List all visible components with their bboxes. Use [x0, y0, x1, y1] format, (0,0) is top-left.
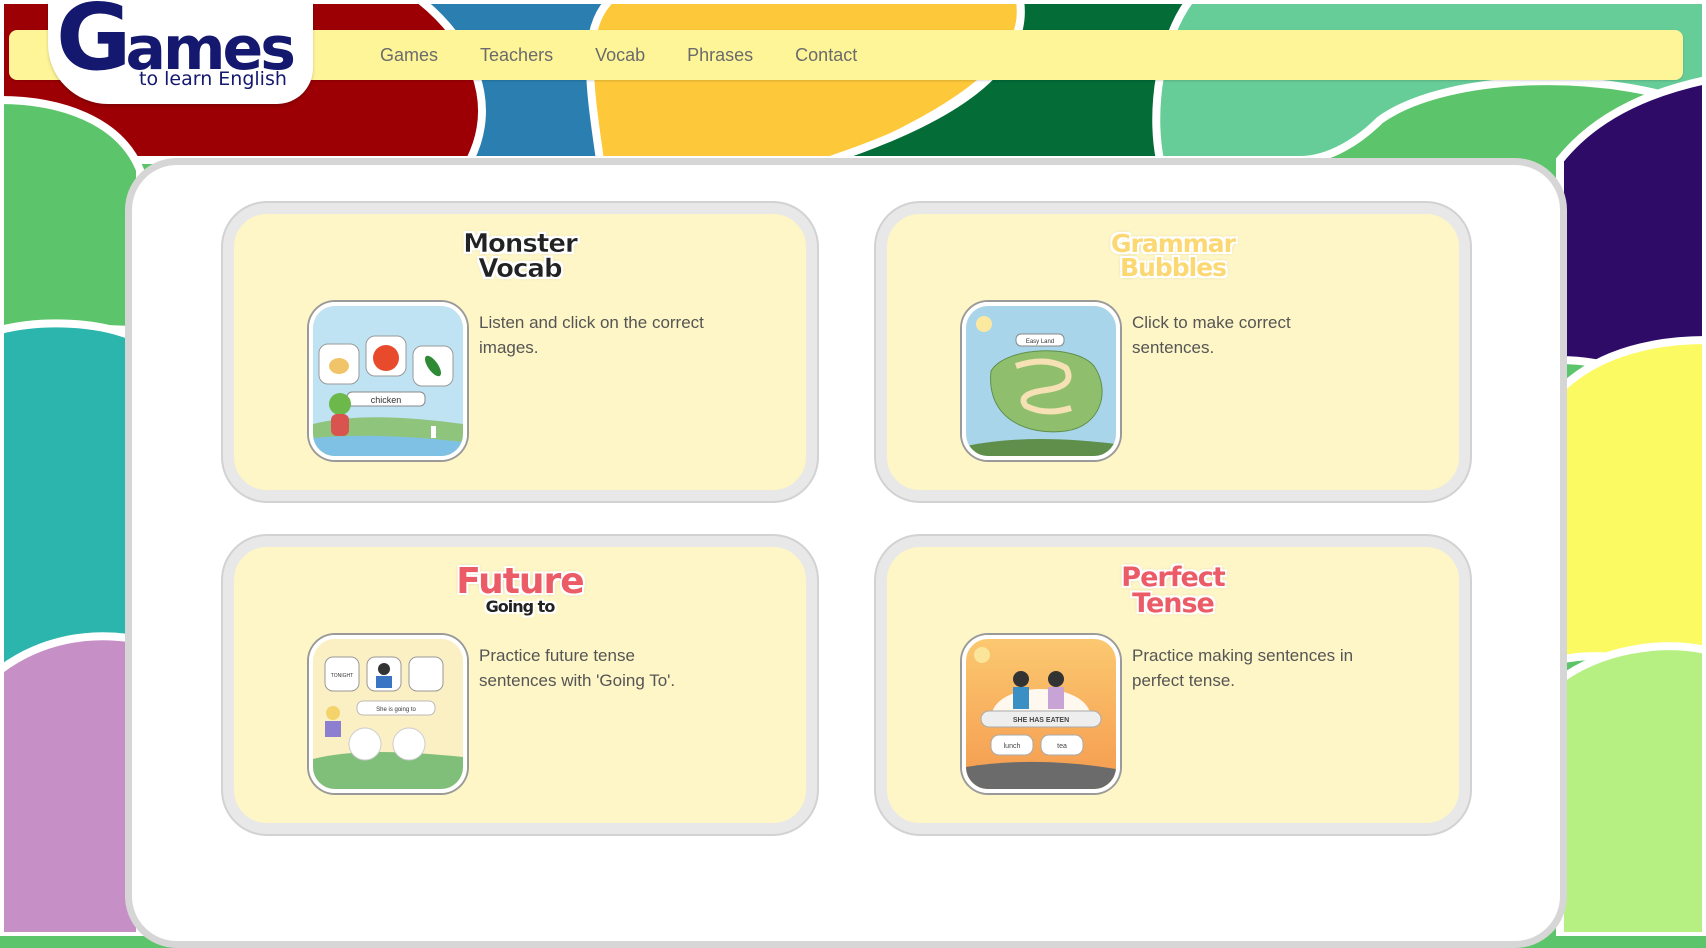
- grammar-bubbles-thumbnail-image: Easy Land: [966, 306, 1116, 456]
- game-thumbnail[interactable]: chicken: [309, 302, 467, 460]
- title-line: Vocab: [478, 253, 563, 284]
- logo-initial: G: [56, 0, 131, 91]
- game-description: Practice future tense sentences with 'Go…: [479, 646, 676, 690]
- game-card-grammar-bubbles[interactable]: Grammar Bubbles Easy Land Click to make …: [876, 203, 1470, 501]
- site-logo[interactable]: Games to learn English: [48, 0, 313, 104]
- nav-link-phrases[interactable]: Phrases: [687, 45, 753, 66]
- thumb-sentence-label: SHE HAS EATEN: [1013, 717, 1069, 724]
- game-thumbnail[interactable]: TONIGHT She is going to: [309, 635, 467, 793]
- game-card-perfect-tense[interactable]: Perfect Tense SHE HAS EATEN lunch tea Pr…: [876, 536, 1470, 834]
- game-thumbnail[interactable]: Easy Land: [962, 302, 1120, 460]
- future-going-to-thumbnail-image: TONIGHT She is going to: [313, 639, 463, 789]
- title-line: Bubbles: [1119, 252, 1227, 282]
- title-line: Going to: [485, 597, 556, 617]
- thumb-sentence-label: She is going to: [376, 707, 416, 713]
- nav-link-contact[interactable]: Contact: [795, 45, 857, 66]
- game-card-future-going-to[interactable]: Future Going to TONIGHT She is going to …: [223, 536, 817, 834]
- logo-subtitle: to learn English: [139, 68, 287, 90]
- monster-vocab-thumbnail-image: chicken: [313, 306, 463, 456]
- title-line: Monster: [463, 229, 578, 259]
- game-title: Future Going to: [234, 561, 806, 617]
- thumb-word-label: chicken: [371, 395, 402, 405]
- title-line: Future: [456, 561, 584, 602]
- nav-link-vocab[interactable]: Vocab: [595, 45, 645, 66]
- thumb-time-label: TONIGHT: [331, 673, 353, 679]
- thumb-land-label: Easy Land: [1026, 339, 1054, 345]
- game-description: Listen and click on the correct images.: [479, 313, 704, 357]
- thumb-word-option: tea: [1057, 743, 1067, 750]
- game-description: Practice making sentences in perfect ten…: [1132, 646, 1354, 690]
- perfect-tense-thumbnail-image: SHE HAS EATEN lunch tea: [966, 639, 1116, 789]
- game-title: Perfect Tense: [887, 562, 1459, 619]
- game-thumbnail[interactable]: SHE HAS EATEN lunch tea: [962, 635, 1120, 793]
- nav-links: Games Teachers Vocab Phrases Contact: [380, 30, 899, 80]
- title-line: Tense: [1132, 587, 1215, 619]
- title-line: Perfect: [1121, 562, 1225, 593]
- game-description: Click to make correct sentences.: [1132, 313, 1291, 357]
- game-title: Grammar Bubbles: [887, 231, 1459, 282]
- game-title: Monster Vocab: [234, 229, 806, 284]
- game-card-monster-vocab[interactable]: Monster Vocab chicken Listen and click o…: [223, 203, 817, 501]
- nav-link-teachers[interactable]: Teachers: [480, 45, 553, 66]
- thumb-word-option: lunch: [1004, 743, 1021, 750]
- nav-link-games[interactable]: Games: [380, 45, 438, 66]
